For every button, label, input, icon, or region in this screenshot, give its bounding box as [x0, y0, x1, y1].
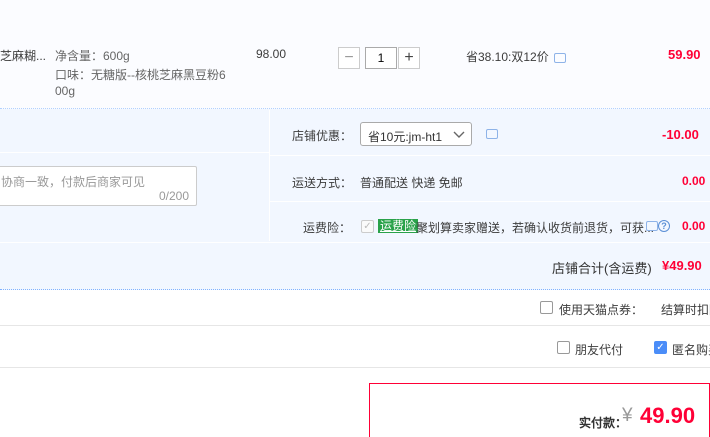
shipping-label: 运送方式： [292, 176, 353, 190]
insurance-badge[interactable]: 运费险 [378, 219, 419, 233]
discount-selected-value: 省10元:jm-ht1 [368, 130, 443, 144]
payment-box: 实付款： ¥ 49.90 [369, 383, 710, 437]
discount-label: 店铺优惠： [292, 129, 353, 143]
item-spec-flavor-cont: 00g [55, 84, 76, 98]
item-subtotal: 59.90 [668, 47, 701, 62]
payment-amount: 49.90 [640, 403, 696, 428]
shop-total-amount: ¥49.90 [662, 258, 702, 273]
friend-pay-label: 朋友代付 [575, 343, 624, 357]
row-divider [270, 155, 710, 156]
promo-text: 省38.10:双12价 [466, 50, 549, 64]
message-icon[interactable] [554, 53, 566, 63]
buyer-message-placeholder: 协商一致，付款后商家可见 [1, 175, 146, 189]
insurance-checkbox: ✓ [361, 220, 374, 233]
divider [0, 325, 710, 326]
tmall-points-checkbox[interactable] [540, 301, 553, 314]
friend-pay-checkbox[interactable] [557, 341, 570, 354]
tmall-points-label: 使用天猫点券： [559, 303, 644, 317]
item-spec-flavor: 口味：无糖版--核桃芝麻黑豆粉6 [55, 68, 226, 82]
buyer-message-counter: 0/200 [158, 189, 189, 203]
item-title[interactable]: 芝麻糊... [0, 47, 46, 64]
anonymous-label: 匿名购买 [672, 343, 710, 357]
payment-currency: ¥ [622, 405, 633, 426]
anonymous-checkbox[interactable]: ✓ [654, 341, 667, 354]
row-divider [270, 201, 710, 202]
quantity-increase-button[interactable]: + [398, 47, 420, 69]
insurance-amount: 0.00 [682, 219, 706, 233]
tmall-points-note: 结算时扣除 [661, 303, 710, 317]
insurance-label: 运费险： [303, 221, 352, 235]
divider [0, 367, 710, 368]
help-icon[interactable]: ? [658, 220, 670, 232]
quantity-decrease-button[interactable]: − [338, 47, 360, 69]
chevron-down-icon [453, 131, 465, 138]
item-spec-weight: 净含量：600g [55, 49, 130, 63]
shipping-value: 普通配送 快递 免邮 [360, 176, 463, 190]
discount-info-icon[interactable] [486, 129, 498, 139]
shipping-amount: 0.00 [682, 174, 706, 188]
panel-divider [269, 110, 270, 241]
discount-select[interactable]: 省10元:jm-ht1 [360, 122, 472, 146]
row-divider [0, 152, 269, 153]
shop-total-label: 店铺合计(含运费) [552, 261, 652, 276]
discount-amount: -10.00 [662, 127, 699, 142]
unit-price: 98.00 [256, 47, 287, 61]
insurance-message-icon[interactable] [646, 221, 658, 231]
buyer-message-textarea[interactable]: 协商一致，付款后商家可见 0/200 [0, 166, 197, 206]
payment-label: 实付款： [579, 416, 628, 430]
quantity-input[interactable]: 1 [365, 47, 397, 69]
insurance-text: 聚划算卖家赠送，若确认收货前退货，可获... [416, 221, 655, 235]
